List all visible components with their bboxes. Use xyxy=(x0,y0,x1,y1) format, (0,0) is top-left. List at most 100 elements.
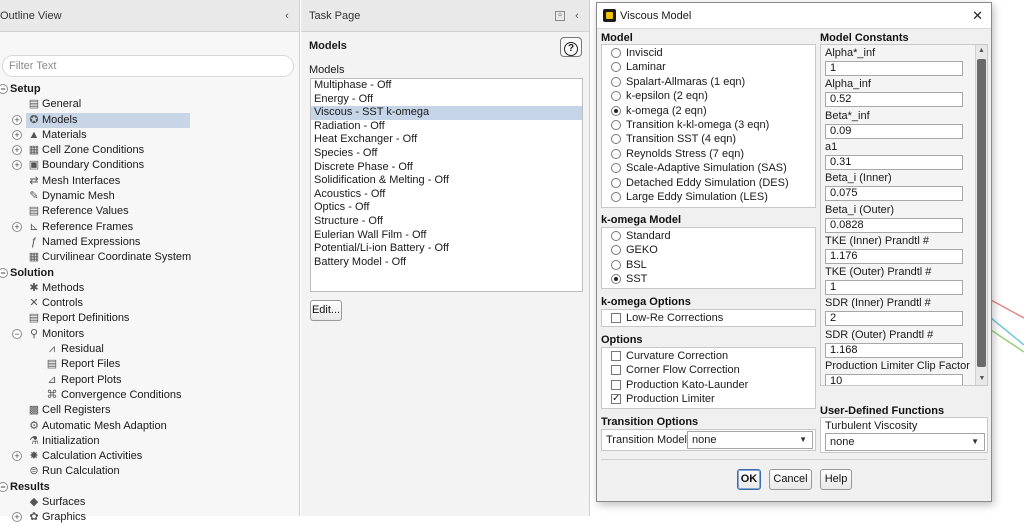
tree-item[interactable]: ✱ Methods xyxy=(0,281,300,296)
tree-item[interactable]: + ▣ Boundary Conditions xyxy=(0,158,300,173)
close-icon[interactable]: ✕ xyxy=(972,8,983,24)
constant-input[interactable]: 0.09 xyxy=(825,123,963,139)
scroll-up-icon[interactable]: ▲ xyxy=(976,45,987,57)
radio-option[interactable]: Standard xyxy=(602,229,815,243)
tree-item[interactable]: ⚗ Initialization xyxy=(0,434,300,449)
radio-button[interactable] xyxy=(611,48,621,58)
model-list-item[interactable]: Species - Off xyxy=(311,147,582,161)
radio-button[interactable] xyxy=(611,191,621,202)
checkbox[interactable] xyxy=(611,351,621,361)
radio-button[interactable] xyxy=(611,76,621,87)
model-list-item[interactable]: Optics - Off xyxy=(311,201,582,215)
help-button[interactable]: ? xyxy=(560,37,582,57)
model-list-item[interactable]: Acoustics - Off xyxy=(311,188,582,202)
constant-input[interactable]: 1.168 xyxy=(825,342,963,358)
model-list-item[interactable]: Eulerian Wall Film - Off xyxy=(311,229,582,243)
tree-item[interactable]: ▤ General xyxy=(0,97,300,112)
tree-item[interactable]: ▦ Curvilinear Coordinate System xyxy=(0,250,300,265)
checkbox-option[interactable]: Production Kato-Launder xyxy=(602,378,815,392)
checkbox[interactable] xyxy=(611,313,621,323)
tree-item[interactable]: ▤ Report Definitions xyxy=(0,311,300,326)
turbulent-viscosity-select[interactable]: none ▼ xyxy=(825,433,985,451)
tree-item[interactable]: ⚙ Automatic Mesh Adaption xyxy=(0,419,300,434)
tree-item[interactable]: + ⊾ Reference Frames xyxy=(0,220,300,235)
tree-item[interactable]: ⊜ Run Calculation xyxy=(0,464,300,479)
edit-button[interactable]: Edit... xyxy=(310,300,342,321)
radio-option[interactable]: Detached Eddy Simulation (DES) xyxy=(602,176,815,190)
checkbox[interactable] xyxy=(611,379,621,390)
expand-icon[interactable]: + xyxy=(12,129,22,140)
scroll-down-icon[interactable]: ▼ xyxy=(976,373,988,385)
tree-item[interactable]: ⩘ Residual xyxy=(0,342,300,357)
radio-button[interactable] xyxy=(611,259,621,270)
tree-item[interactable]: − Results xyxy=(0,480,300,495)
tree-item[interactable]: ▤ Reference Values xyxy=(0,204,300,219)
tree-item[interactable]: − Solution xyxy=(0,266,300,281)
radio-button[interactable] xyxy=(611,119,621,130)
tree-item[interactable]: + ▦ Cell Zone Conditions xyxy=(0,143,300,158)
collapse-icon[interactable]: − xyxy=(0,267,8,278)
model-list-item[interactable]: Potential/Li-ion Battery - Off xyxy=(311,242,582,256)
constant-input[interactable]: 1.176 xyxy=(825,248,963,264)
constant-input[interactable]: 0.31 xyxy=(825,154,963,170)
float-panel-icon[interactable]: ▫ xyxy=(555,10,565,21)
model-list-item[interactable]: Battery Model - Off xyxy=(311,256,582,270)
tree-item[interactable]: − ⚲ Monitors xyxy=(0,327,300,342)
model-list-item[interactable]: Solidification & Melting - Off xyxy=(311,174,582,188)
expand-icon[interactable]: + xyxy=(12,512,22,523)
radio-button[interactable] xyxy=(611,134,621,145)
radio-option[interactable]: Spalart-Allmaras (1 eqn) xyxy=(602,75,815,89)
expand-icon[interactable]: + xyxy=(12,160,22,171)
radio-button[interactable] xyxy=(611,231,621,241)
radio-button[interactable] xyxy=(611,62,621,73)
checkbox[interactable] xyxy=(611,365,621,376)
radio-option[interactable]: Laminar xyxy=(602,60,815,74)
tree-item[interactable]: ✎ Dynamic Mesh xyxy=(0,189,300,204)
radio-button[interactable] xyxy=(611,245,621,256)
radio-option[interactable]: Reynolds Stress (7 eqn) xyxy=(602,147,815,161)
radio-option[interactable]: Inviscid xyxy=(602,46,815,60)
radio-button[interactable] xyxy=(611,148,621,159)
tree-item[interactable]: ⌘ Convergence Conditions xyxy=(0,388,300,403)
radio-option[interactable]: Scale-Adaptive Simulation (SAS) xyxy=(602,161,815,175)
model-list-item[interactable]: Structure - Off xyxy=(311,215,582,229)
help-button[interactable]: Help xyxy=(820,469,852,490)
model-list-item[interactable]: Viscous - SST k-omega xyxy=(311,106,582,120)
model-list-item[interactable]: Discrete Phase - Off xyxy=(311,161,582,175)
radio-option[interactable]: Transition k-kl-omega (3 eqn) xyxy=(602,118,815,132)
constant-input[interactable]: 2 xyxy=(825,311,963,327)
scroll-thumb[interactable] xyxy=(977,59,986,367)
checkbox-option[interactable]: Curvature Correction xyxy=(602,349,815,363)
transition-model-select[interactable]: none ▼ xyxy=(687,431,813,449)
tree-item[interactable]: + Models ✪ xyxy=(0,112,300,128)
filter-text-input[interactable] xyxy=(2,55,294,77)
checkbox[interactable]: ✓ xyxy=(611,394,621,405)
collapse-task-icon[interactable]: ‹ xyxy=(571,10,583,22)
radio-button[interactable] xyxy=(611,177,621,188)
constant-input[interactable]: 0.0828 xyxy=(825,217,963,233)
constants-scrollbar[interactable]: ▲ ▼ xyxy=(975,45,987,385)
ok-button[interactable]: OK xyxy=(737,469,761,490)
tree-item[interactable]: ▩ Cell Registers xyxy=(0,403,300,418)
tree-item[interactable]: + ✿ Graphics xyxy=(0,510,300,525)
model-list-item[interactable]: Radiation - Off xyxy=(311,120,582,134)
constant-input[interactable]: 1 xyxy=(825,280,963,296)
collapse-icon[interactable]: − xyxy=(12,328,22,339)
tree-item[interactable]: + ✸ Calculation Activities xyxy=(0,449,300,464)
tree-item[interactable]: ◆ Surfaces xyxy=(0,495,300,510)
model-list-item[interactable]: Energy - Off xyxy=(311,93,582,107)
radio-option[interactable]: Large Eddy Simulation (LES) xyxy=(602,190,815,204)
collapse-icon[interactable]: − xyxy=(0,84,8,94)
radio-option[interactable]: GEKO xyxy=(602,243,815,257)
radio-option[interactable]: SST xyxy=(602,272,815,286)
model-list-item[interactable]: Multiphase - Off xyxy=(311,79,582,93)
radio-option[interactable]: Transition SST (4 eqn) xyxy=(602,132,815,146)
radio-option[interactable]: k-omega (2 eqn) xyxy=(602,104,815,118)
constant-input[interactable]: 0.075 xyxy=(825,186,963,202)
constant-input[interactable]: 1 xyxy=(825,61,963,76)
expand-icon[interactable]: + xyxy=(12,451,22,462)
tree-item[interactable]: − Setup xyxy=(0,82,300,97)
tree-item[interactable]: ⇄ Mesh Interfaces xyxy=(0,174,300,189)
cancel-button[interactable]: Cancel xyxy=(769,469,812,490)
model-list-item[interactable]: Heat Exchanger - Off xyxy=(311,133,582,147)
